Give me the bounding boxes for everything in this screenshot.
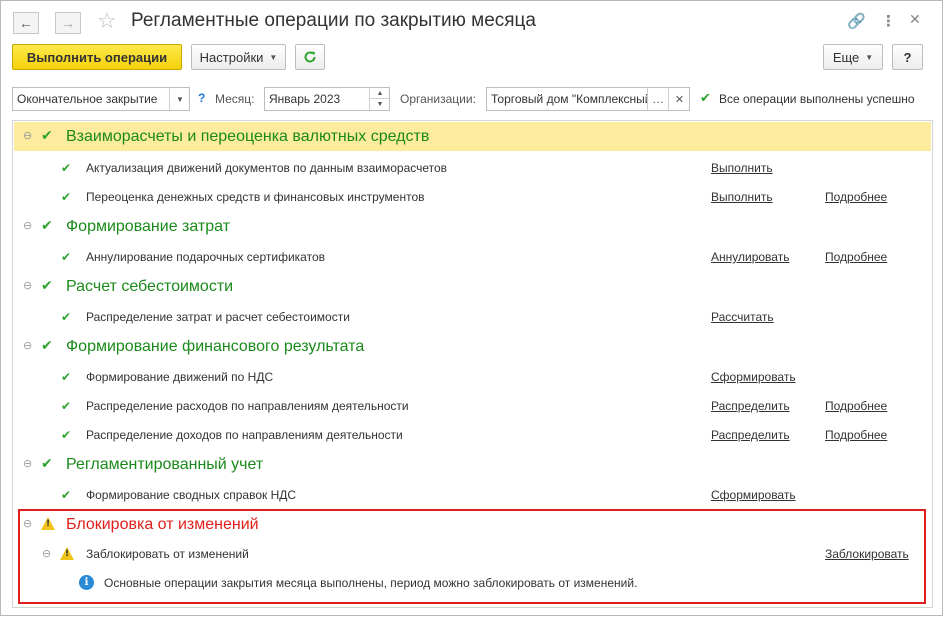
warning-icon (41, 517, 55, 530)
organization-field[interactable]: Торговый дом "Комплексный" … ✕ (486, 87, 690, 111)
help-button[interactable]: ? (892, 44, 923, 70)
more-label: Еще (832, 49, 860, 65)
operation-action-link[interactable]: Распределить (711, 399, 790, 413)
group-title[interactable]: Блокировка от изменений (66, 516, 259, 534)
operation-action-link[interactable]: Распределить (711, 428, 790, 442)
group-title[interactable]: Формирование затрат (66, 218, 230, 236)
caret-down-icon: ▼ (865, 52, 874, 62)
success-check-icon: ✔ (61, 310, 72, 324)
month-up-icon[interactable]: ▲ (369, 88, 389, 99)
month-value: Январь 2023 (269, 92, 341, 106)
refresh-button[interactable] (295, 44, 325, 70)
operations-list: ⊖ ✔ Взаиморасчеты и переоценка валютных … (12, 120, 933, 608)
operation-label: Распределение расходов по направлениям д… (86, 399, 409, 413)
select-dots-icon[interactable]: … (647, 88, 668, 110)
settings-label: Настройки (199, 49, 264, 65)
forward-button[interactable]: → (55, 12, 81, 34)
success-check-icon: ✔ (61, 161, 72, 175)
arrow-right-icon: → (61, 15, 75, 31)
operation-action-link[interactable]: Аннулировать (711, 250, 789, 264)
group-title[interactable]: Формирование финансового результата (66, 338, 364, 356)
details-link[interactable]: Подробнее (825, 190, 887, 204)
help-label: ? (903, 49, 912, 65)
operation-label: Формирование движений по НДС (86, 370, 274, 384)
organizations-label: Организации: (400, 92, 476, 106)
collapse-icon[interactable]: ⊖ (23, 457, 32, 470)
run-operations-label: Выполнить операции (26, 49, 168, 65)
details-link[interactable]: Подробнее (825, 428, 887, 442)
month-down-icon[interactable]: ▼ (369, 99, 389, 110)
details-link[interactable]: Подробнее (825, 399, 887, 413)
operation-label: Распределение затрат и расчет себестоимо… (86, 310, 350, 324)
success-check-icon: ✔ (41, 456, 53, 472)
status-text: Все операции выполнены успешно (719, 92, 915, 106)
mode-help-icon[interactable]: ? (198, 91, 205, 105)
run-operations-button[interactable]: Выполнить операции (12, 44, 182, 70)
close-icon[interactable]: ✕ (909, 12, 921, 28)
window-title: Регламентные операции по закрытию месяца (131, 10, 536, 31)
operation-label: Аннулирование подарочных сертификатов (86, 250, 325, 264)
operation-label: Распределение доходов по направлениям де… (86, 428, 403, 442)
success-check-icon: ✔ (41, 338, 53, 354)
operation-action-link[interactable]: Сформировать (711, 370, 796, 384)
group-title[interactable]: Регламентированный учет (66, 456, 263, 474)
form-window: ← → ☆ Регламентные операции по закрытию … (0, 0, 943, 616)
collapse-icon[interactable]: ⊖ (23, 339, 32, 352)
closing-mode-select[interactable]: Окончательное закрытие ▼ (12, 87, 190, 111)
operation-action-link[interactable]: Рассчитать (711, 310, 774, 324)
operation-action-link[interactable]: Выполнить (711, 161, 773, 175)
success-check-icon: ✔ (61, 428, 72, 442)
success-check-icon: ✔ (41, 128, 53, 144)
dropdown-caret-icon[interactable]: ▼ (169, 88, 189, 110)
collapse-icon[interactable]: ⊖ (23, 129, 32, 142)
success-check-icon: ✔ (41, 218, 53, 234)
month-field[interactable]: Январь 2023 ▲ ▼ (264, 87, 390, 111)
collapse-icon[interactable]: ⊖ (42, 547, 51, 560)
info-message: Основные операции закрытия месяца выполн… (104, 576, 638, 590)
refresh-icon (304, 51, 316, 63)
success-check-icon: ✔ (61, 190, 72, 204)
closing-mode-value: Окончательное закрытие (17, 92, 158, 106)
arrow-left-icon: ← (19, 15, 33, 31)
success-check-icon: ✔ (61, 370, 72, 384)
settings-button[interactable]: Настройки ▼ (191, 44, 286, 70)
operation-label: Формирование сводных справок НДС (86, 488, 297, 502)
caret-down-icon: ▼ (269, 52, 278, 62)
operation-action-link[interactable]: Выполнить (711, 190, 773, 204)
collapse-icon[interactable]: ⊖ (23, 279, 32, 292)
success-check-icon: ✔ (700, 91, 711, 106)
organization-value: Торговый дом "Комплексный" (491, 92, 647, 106)
more-button[interactable]: Еще ▼ (823, 44, 883, 70)
info-icon: i (79, 575, 94, 590)
success-check-icon: ✔ (41, 278, 53, 294)
group-title[interactable]: Расчет себестоимости (66, 278, 233, 296)
more-vertical-icon[interactable]: ⋮ (881, 12, 896, 30)
link-icon[interactable]: 🔗 (847, 12, 866, 30)
operation-label: Актуализация движений документов по данн… (86, 161, 448, 175)
lock-action-link[interactable]: Заблокировать (825, 547, 909, 561)
success-check-icon: ✔ (61, 250, 72, 264)
operation-action-link[interactable]: Сформировать (711, 488, 796, 502)
collapse-icon[interactable]: ⊖ (23, 517, 32, 530)
group-title[interactable]: Взаиморасчеты и переоценка валютных сред… (66, 128, 429, 146)
clear-icon[interactable]: ✕ (668, 88, 689, 110)
month-label: Месяц: (215, 92, 255, 106)
warning-icon (60, 547, 74, 560)
success-check-icon: ✔ (61, 399, 72, 413)
details-link[interactable]: Подробнее (825, 250, 887, 264)
operation-label: Переоценка денежных средств и финансовых… (86, 190, 425, 204)
operation-label: Заблокировать от изменений (86, 547, 249, 561)
collapse-icon[interactable]: ⊖ (23, 219, 32, 232)
success-check-icon: ✔ (61, 488, 72, 502)
favorite-star-icon[interactable]: ☆ (97, 9, 117, 34)
back-button[interactable]: ← (13, 12, 39, 34)
